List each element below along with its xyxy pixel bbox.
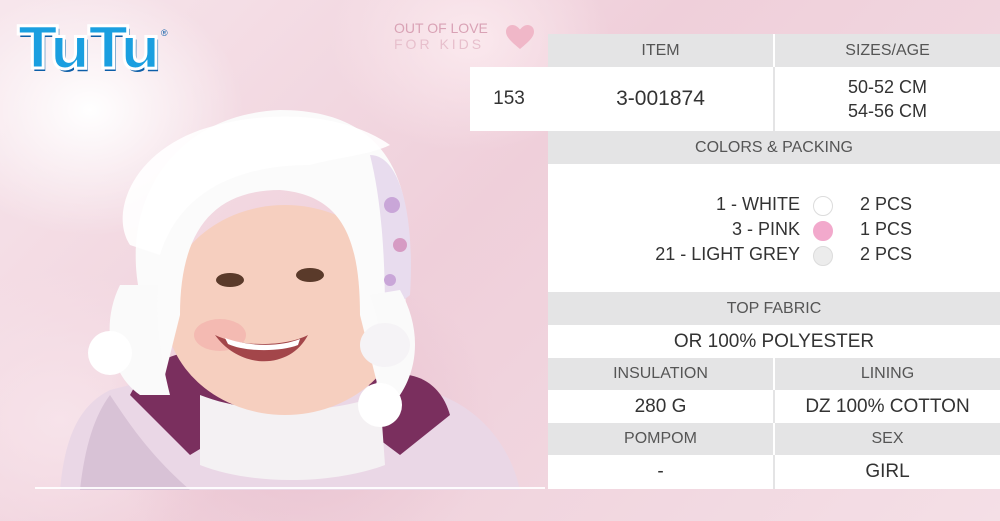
white-swatch-icon (813, 196, 833, 216)
color-qty: 2 PCS (860, 194, 913, 214)
colors-header-row: COLORS & PACKING (548, 131, 1000, 164)
pompom-header: POMPOM (548, 423, 775, 455)
color-item: 1 - WHITE 2 PCS (548, 194, 1000, 218)
lining-value: DZ 100% COTTON (775, 390, 1000, 423)
color-qty: 1 PCS (860, 219, 913, 239)
lining-header: LINING (775, 358, 1000, 390)
insulation-lining-header-row: INSULATION LINING (548, 358, 1000, 390)
top-fabric-value: OR 100% POLYESTER (548, 325, 1000, 358)
logo-text: TuTu (17, 14, 163, 82)
sex-value: GIRL (775, 455, 1000, 489)
color-item: 3 - PINK 1 PCS (548, 219, 1000, 243)
light-grey-swatch-icon (813, 246, 833, 266)
top-fabric-header: TOP FABRIC (548, 292, 1000, 325)
size-1: 50-52 CM (847, 77, 928, 97)
colors-list: 1 - WHITE 2 PCS 3 - PINK 1 PCS 21 - LIGH… (548, 164, 1000, 292)
item-header: ITEM (548, 34, 775, 67)
divider-line (35, 487, 545, 489)
color-name: 21 - LIGHT GREY (655, 244, 800, 264)
pompom-sex-value-row: - GIRL (548, 455, 1000, 489)
insulation-lining-value-row: 280 G DZ 100% COTTON (548, 390, 1000, 423)
product-number: 153 (470, 67, 548, 131)
top-fabric-header-row: TOP FABRIC (548, 292, 1000, 325)
color-name: 3 - PINK (731, 219, 800, 239)
insulation-header: INSULATION (548, 358, 775, 390)
top-fabric-value-row: OR 100% POLYESTER (548, 325, 1000, 358)
tutu-logo: TuTu ® (17, 14, 168, 82)
pompom-value: - (548, 455, 775, 489)
sizes-values: 50-52 CM 54-56 CM (775, 67, 1000, 131)
child-photo (60, 110, 520, 490)
item-header-row: ITEM SIZES/AGE (470, 34, 1000, 67)
colors-header: COLORS & PACKING (548, 131, 1000, 164)
item-value-row: 153 3-001874 50-52 CM 54-56 CM (470, 67, 1000, 131)
sizes-header: SIZES/AGE (775, 34, 1000, 67)
pink-swatch-icon (813, 221, 833, 241)
sex-header: SEX (775, 423, 1000, 455)
color-qty: 2 PCS (860, 244, 913, 264)
product-info-panel: ITEM SIZES/AGE 153 3-001874 50-52 CM 54-… (470, 34, 1000, 489)
size-2: 54-56 CM (847, 101, 928, 121)
pompom-sex-header-row: POMPOM SEX (548, 423, 1000, 455)
registered-mark: ® (160, 28, 168, 38)
color-item: 21 - LIGHT GREY 2 PCS (548, 244, 1000, 268)
insulation-value: 280 G (548, 390, 775, 423)
color-name: 1 - WHITE (716, 194, 800, 214)
item-code: 3-001874 (548, 67, 775, 131)
